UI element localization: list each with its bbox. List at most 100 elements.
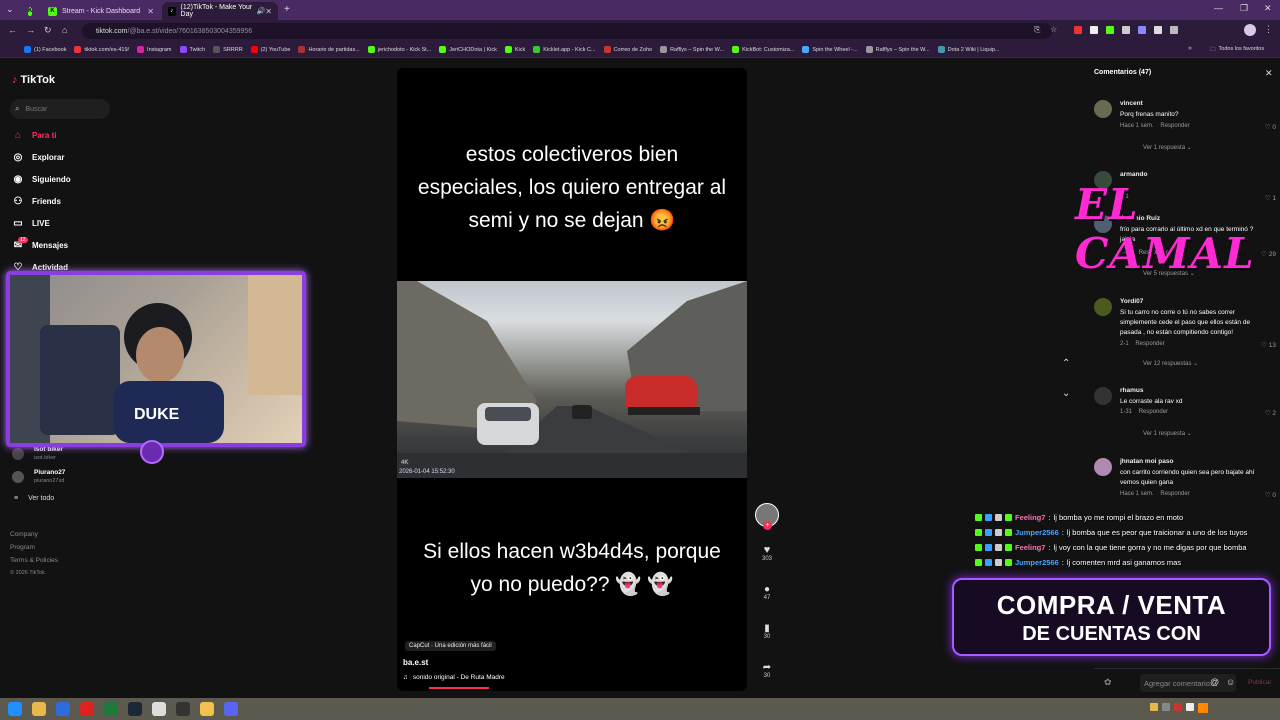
- view-replies[interactable]: Ver 1 respuesta ⌄: [1143, 430, 1192, 437]
- avatar[interactable]: [1094, 458, 1112, 476]
- home-icon[interactable]: ⌂: [62, 25, 67, 35]
- steam-icon[interactable]: [128, 702, 142, 716]
- footer-link[interactable]: Program: [10, 541, 58, 554]
- install-icon[interactable]: ⎘: [1034, 25, 1040, 35]
- footer-link[interactable]: Terms & Policies: [10, 554, 58, 567]
- tab-kick-dashboard[interactable]: K Stream - Kick Dashboard ✕: [42, 2, 160, 20]
- opera-icon[interactable]: [80, 702, 94, 716]
- notes-icon[interactable]: [200, 702, 214, 716]
- notification-icon[interactable]: [1198, 703, 1208, 713]
- bookmark-item[interactable]: Correo de Zoho: [603, 46, 652, 53]
- tab-tiktok[interactable]: ♪ (12)TikTok - Make Your Day 🔊 ✕: [162, 2, 278, 20]
- taskbar-app-icon[interactable]: [56, 702, 70, 716]
- chrome-icon[interactable]: [152, 702, 166, 716]
- tray-icon[interactable]: [1186, 703, 1194, 711]
- bookmark-item[interactable]: Dota 2 Wiki | Liquip...: [937, 46, 1000, 53]
- avatar[interactable]: [1094, 100, 1112, 118]
- extension-icon[interactable]: [1106, 26, 1114, 34]
- bookmark-item[interactable]: (2) YouTube: [250, 46, 290, 53]
- back-icon[interactable]: ←: [8, 25, 17, 35]
- forward-icon[interactable]: →: [26, 25, 35, 35]
- nav-para-ti[interactable]: ⌂ Para ti: [12, 130, 57, 141]
- comment-like[interactable]: ♡ 0: [1265, 491, 1276, 499]
- see-all-button[interactable]: ≡ Ver todo: [14, 495, 54, 502]
- nav-explorar[interactable]: ◎ Explorar: [12, 152, 65, 163]
- search-input[interactable]: ⌕ Buscar: [10, 99, 110, 119]
- comment-like[interactable]: ♡ 13: [1261, 341, 1276, 349]
- maximize-icon[interactable]: ❐: [1240, 3, 1248, 14]
- extension-icon[interactable]: [1122, 26, 1130, 34]
- gift-icon[interactable]: ✿: [1104, 677, 1112, 688]
- add-comment-input[interactable]: Agregar comentario...: [1140, 674, 1236, 692]
- window-close-icon[interactable]: ✕: [1264, 3, 1272, 14]
- video-progress-bar[interactable]: [429, 687, 489, 689]
- more-bookmarks-icon[interactable]: »: [1188, 45, 1192, 52]
- share-button[interactable]: ➦ 30: [755, 662, 779, 679]
- bookmark-item[interactable]: Instagram: [137, 46, 172, 53]
- emoji-icon[interactable]: ☺: [1226, 677, 1235, 687]
- video-author[interactable]: ba.e.st: [403, 658, 428, 667]
- video-player[interactable]: estos colectiveros bien especiales, los …: [397, 68, 747, 691]
- reply-button[interactable]: Responder: [1135, 341, 1164, 347]
- comment-like[interactable]: ♡ 2: [1265, 409, 1276, 417]
- view-replies[interactable]: Ver 12 respuestas ⌄: [1143, 360, 1198, 367]
- bookmark-item[interactable]: Kicklet.app - Kick C...: [533, 46, 596, 53]
- bookmark-item[interactable]: Spin the Wheel -...: [802, 46, 858, 53]
- bookmark-item[interactable]: Kick: [504, 46, 525, 53]
- extensions-icon[interactable]: [1170, 26, 1178, 34]
- extension-icon[interactable]: [1138, 26, 1146, 34]
- save-button[interactable]: ▮ 30: [755, 623, 779, 640]
- nav-siguiendo[interactable]: ◉ Siguiendo: [12, 174, 71, 185]
- avatar[interactable]: [1094, 298, 1112, 316]
- profile-avatar[interactable]: [1244, 24, 1256, 36]
- tab-search-icon[interactable]: ⌄: [6, 4, 14, 15]
- close-comments-icon[interactable]: ✕: [1265, 68, 1273, 79]
- bookmark-item[interactable]: jerichodoto - Kick St...: [367, 46, 431, 53]
- bookmark-item[interactable]: SRRRR: [213, 46, 243, 53]
- menu-icon[interactable]: ⋮: [1264, 24, 1273, 35]
- file-explorer-icon[interactable]: [32, 702, 46, 716]
- obs-icon[interactable]: [176, 702, 190, 716]
- tray-icon[interactable]: [1174, 703, 1182, 711]
- discord-icon[interactable]: [224, 702, 238, 716]
- bookmark-item[interactable]: Horario de partidas...: [298, 46, 360, 53]
- speaker-icon[interactable]: 🔊: [257, 7, 266, 15]
- minimize-icon[interactable]: —: [1214, 3, 1223, 13]
- follow-plus-icon[interactable]: +: [763, 521, 772, 530]
- reply-button[interactable]: Responder: [1160, 123, 1189, 129]
- extension-icon[interactable]: [1090, 26, 1098, 34]
- url-bar[interactable]: tiktok.com/@ba.e.st/video/76016385030043…: [82, 23, 1052, 39]
- bookmark-star-icon[interactable]: ☆: [1050, 25, 1057, 34]
- avatar[interactable]: [1094, 387, 1112, 405]
- post-button[interactable]: Publicar: [1248, 679, 1271, 686]
- view-replies[interactable]: Ver 1 respuesta ⌄: [1143, 144, 1192, 151]
- bookmark-item[interactable]: JeriCHODota | Kick: [439, 46, 497, 53]
- close-icon[interactable]: ✕: [265, 7, 272, 16]
- video-sound[interactable]: ♫ sonido original - De Ruta Madre: [403, 674, 505, 681]
- reload-icon[interactable]: ↻: [44, 25, 52, 36]
- bookmark-item[interactable]: KickBot: Customiza...: [732, 46, 794, 53]
- start-icon[interactable]: [8, 702, 22, 716]
- reply-button[interactable]: Responder: [1160, 491, 1189, 497]
- comment-like[interactable]: ♡ 0: [1265, 123, 1276, 131]
- previous-video-icon[interactable]: ⌃: [1062, 358, 1070, 369]
- all-bookmarks-button[interactable]: 🗀 Todos los favoritos: [1210, 46, 1264, 55]
- bookmark-item[interactable]: Rafflys – Spin the W...: [660, 46, 724, 53]
- like-button[interactable]: ♥ 303: [755, 544, 779, 562]
- tray-icon[interactable]: [1150, 703, 1158, 711]
- tab-pinned[interactable]: K: [22, 2, 40, 20]
- extension-icon[interactable]: [1154, 26, 1162, 34]
- mention-icon[interactable]: @: [1210, 677, 1219, 687]
- new-tab-button[interactable]: +: [284, 4, 290, 15]
- reply-button[interactable]: Responder: [1139, 409, 1168, 415]
- bookmark-item[interactable]: tiktok.com/es-419/: [74, 46, 129, 53]
- next-video-icon[interactable]: ⌄: [1062, 388, 1070, 399]
- bookmark-item[interactable]: (1) Facebook: [24, 46, 66, 53]
- close-icon[interactable]: ✕: [147, 7, 154, 16]
- tray-icon[interactable]: [1162, 703, 1170, 711]
- nav-live[interactable]: ▭ LIVE: [12, 218, 50, 229]
- following-account[interactable]: Isot biker isot.biker: [12, 446, 122, 466]
- excel-icon[interactable]: [104, 702, 118, 716]
- comment-button[interactable]: ● 47: [755, 584, 779, 601]
- nav-friends[interactable]: ⚇ Friends: [12, 196, 61, 207]
